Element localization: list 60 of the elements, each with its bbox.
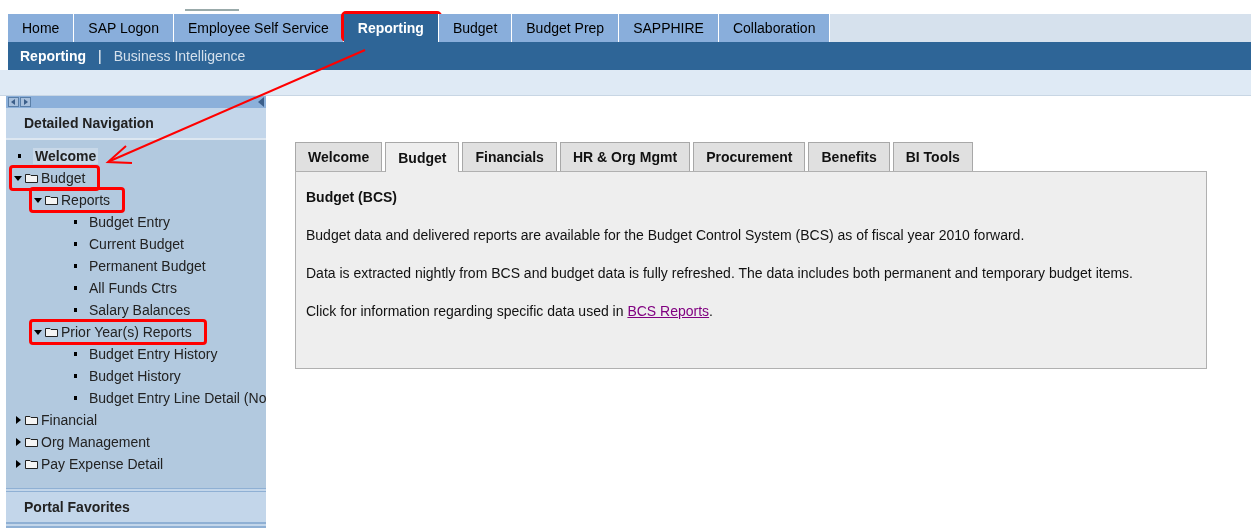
portal-tab[interactable]: Home bbox=[8, 14, 75, 42]
tree-link[interactable]: Budget Entry History bbox=[89, 346, 218, 362]
folder-icon bbox=[25, 437, 38, 447]
tree-link[interactable]: Salary Balances bbox=[89, 302, 191, 318]
paragraph: Data is extracted nightly from BCS and budget data is fully refreshed. The data includes both permanent and temporary budget items. bbox=[306, 265, 1134, 281]
sub-navigation-link[interactable]: Business Intelligence bbox=[113, 48, 246, 64]
bullet-icon bbox=[74, 286, 77, 290]
expand-toggle-icon[interactable] bbox=[14, 416, 22, 424]
expand-toggle-icon[interactable] bbox=[34, 196, 42, 204]
folder-icon bbox=[45, 195, 58, 205]
tree-link[interactable]: Budget History bbox=[89, 368, 181, 384]
bullet-icon bbox=[74, 264, 77, 268]
bullet-icon bbox=[74, 242, 77, 246]
content-tab[interactable]: Welcome bbox=[295, 142, 383, 171]
folder-icon bbox=[45, 327, 58, 337]
tree-link[interactable]: Current Budget bbox=[89, 236, 184, 252]
content-tab[interactable]: Benefits bbox=[808, 142, 890, 171]
content-tab[interactable]: Budget bbox=[385, 142, 460, 172]
panel-heading: Budget (BCS) bbox=[306, 189, 398, 205]
bullet-icon bbox=[74, 396, 77, 400]
portal-tab[interactable]: Reporting bbox=[343, 14, 439, 42]
period: . bbox=[709, 303, 713, 319]
portal-tab[interactable]: Employee Self Service bbox=[173, 14, 344, 42]
tree-link[interactable]: Welcome bbox=[33, 148, 99, 164]
tree-link[interactable]: Permanent Budget bbox=[89, 258, 206, 274]
bullet-icon bbox=[74, 220, 77, 224]
content-tab[interactable]: BI Tools bbox=[892, 142, 973, 171]
sub-navigation-link[interactable]: Reporting bbox=[20, 48, 87, 64]
tree-folder[interactable]: Pay Expense Detail bbox=[41, 456, 164, 472]
sidebar-title: Portal Favorites bbox=[24, 499, 130, 515]
scroll-arrows-icon[interactable] bbox=[8, 97, 32, 107]
portal-tab[interactable]: SAP Logon bbox=[74, 14, 174, 42]
tree-link[interactable]: Budget Entry bbox=[89, 214, 170, 230]
portal-tab[interactable]: Budget bbox=[438, 14, 513, 42]
content-tab[interactable]: Procurement bbox=[693, 142, 806, 171]
content-tab[interactable]: Financials bbox=[462, 142, 557, 171]
tree-link[interactable]: All Funds Ctrs bbox=[89, 280, 177, 296]
bullet-icon bbox=[18, 154, 21, 158]
expand-toggle-icon[interactable] bbox=[34, 328, 42, 336]
tree-folder[interactable]: Org Management bbox=[41, 434, 150, 450]
tree-folder[interactable]: Financial bbox=[41, 412, 98, 428]
collapse-icon[interactable] bbox=[258, 97, 264, 107]
content-tab[interactable]: HR & Org Mgmt bbox=[559, 142, 691, 171]
bullet-icon bbox=[74, 374, 77, 378]
folder-icon bbox=[25, 173, 38, 183]
tree-link[interactable]: Budget Entry Line Detail (No bbox=[89, 390, 267, 406]
expand-toggle-icon[interactable] bbox=[14, 460, 22, 468]
expand-toggle-icon[interactable] bbox=[14, 174, 22, 182]
paragraph: Budget data and delivered reports are available for the Budget Control System (BCS) as of fiscal year 2010 forward. bbox=[306, 227, 1026, 243]
folder-icon bbox=[25, 415, 38, 425]
portal-tab[interactable]: SAPPHIRE bbox=[619, 14, 719, 42]
bullet-icon bbox=[74, 308, 77, 312]
sidebar-title: Detailed Navigation bbox=[24, 115, 154, 131]
expand-toggle-icon[interactable] bbox=[14, 438, 22, 446]
paragraph: Click for information regarding specific data used in bbox=[306, 303, 624, 319]
separator: | bbox=[98, 48, 102, 64]
bullet-icon bbox=[74, 352, 77, 356]
portal-tab[interactable]: Budget Prep bbox=[512, 14, 620, 42]
portal-tab[interactable]: Collaboration bbox=[718, 14, 831, 42]
folder-icon bbox=[25, 459, 38, 469]
